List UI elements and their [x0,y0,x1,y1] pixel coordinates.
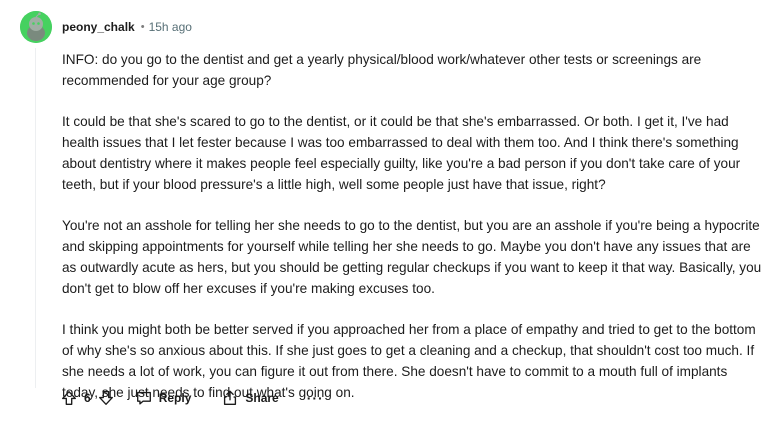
comment-body: INFO: do you go to the dentist and get a… [62,49,766,423]
more-options-button[interactable]: ··· [307,386,324,410]
comment-header: peony_chalk • 15h ago [20,10,192,44]
meta-separator: • [140,21,145,33]
reply-label: Reply [158,391,192,405]
vote-score: 6 [84,391,91,405]
timestamp[interactable]: 15h ago [149,20,192,34]
share-button[interactable]: Share [221,386,279,410]
comment: peony_chalk • 15h ago INFO: do you go to… [0,0,774,416]
snoo-avatar-icon [20,11,52,43]
comment-paragraph: It could be that she's scared to go to t… [62,114,741,192]
comment-bubble-icon [135,389,153,407]
downvote-icon[interactable] [97,386,115,410]
avatar[interactable] [20,11,52,43]
comment-actions: 6 Reply Share ··· [58,386,324,410]
share-icon [221,389,239,407]
share-label: Share [245,391,279,405]
comment-paragraph: You're not an asshole for telling her sh… [62,218,762,296]
upvote-icon[interactable] [60,386,78,410]
thread-line[interactable] [35,48,36,388]
reply-button[interactable]: Reply [135,386,192,410]
username[interactable]: peony_chalk [62,20,135,34]
comment-paragraph: INFO: do you go to the dentist and get a… [62,52,702,88]
